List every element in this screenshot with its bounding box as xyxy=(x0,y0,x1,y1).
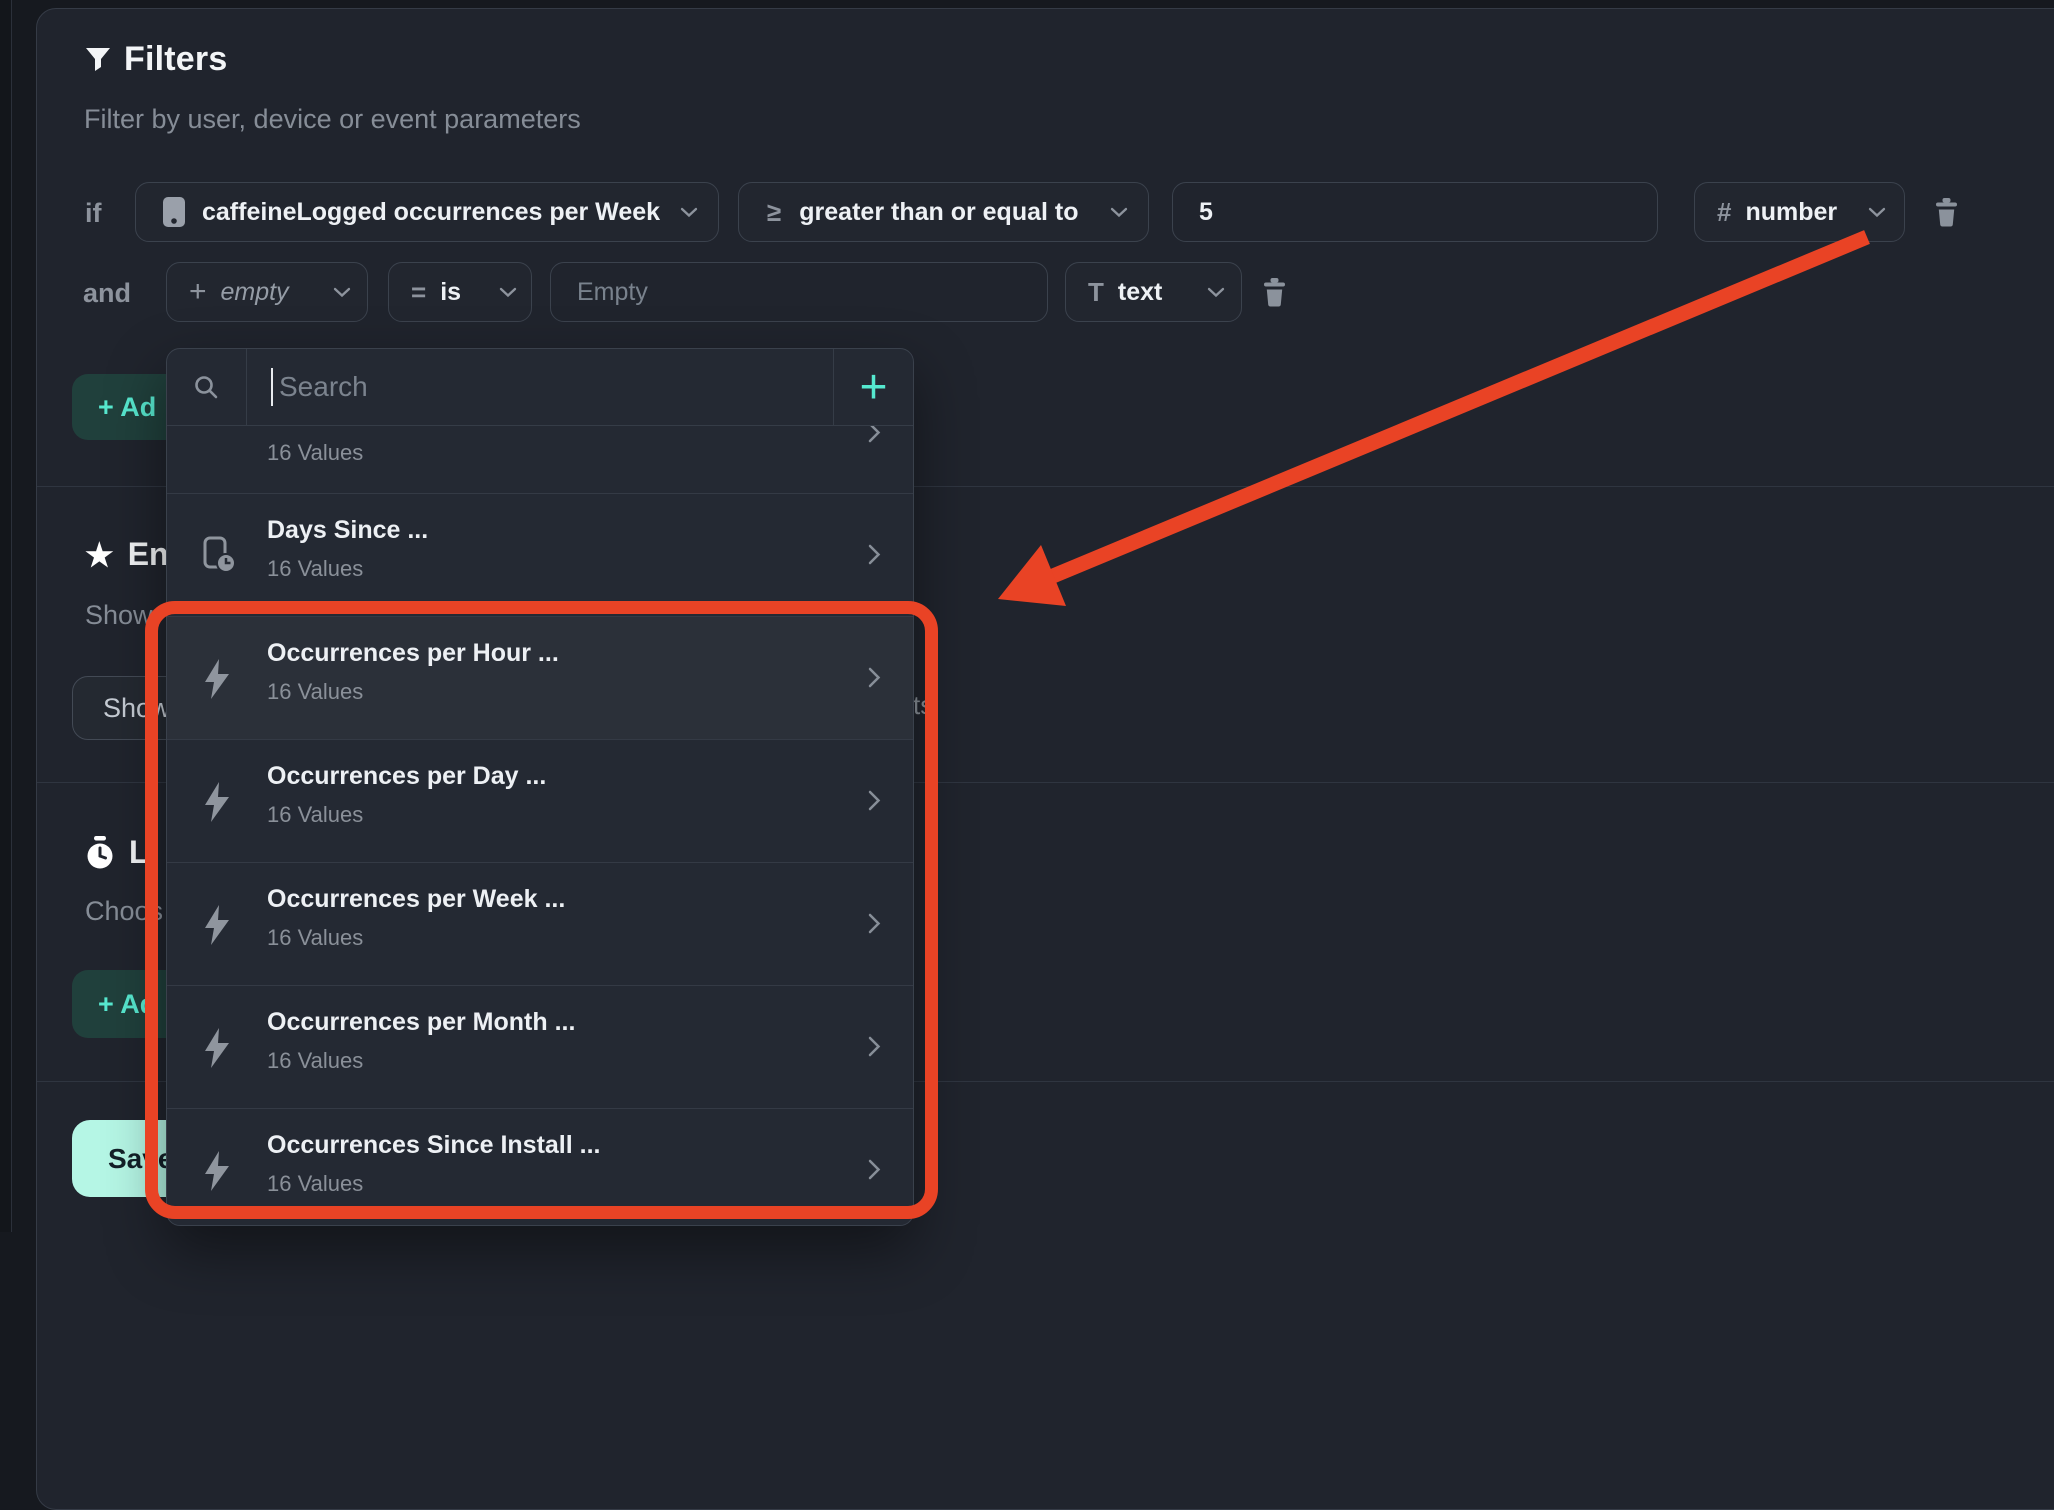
number-type-icon: # xyxy=(1717,197,1731,228)
list-item-subtitle: 16 Values xyxy=(267,925,363,951)
lightning-icon xyxy=(202,782,232,822)
rule1-operator-dropdown[interactable]: ≥ greater than or equal to xyxy=(738,182,1149,242)
section-subtext: Show xyxy=(85,600,153,631)
stopwatch-icon xyxy=(85,836,115,870)
list-item-title: Days Since ... xyxy=(267,516,428,545)
outer-gutter xyxy=(0,0,11,1232)
text-type-icon: T xyxy=(1088,277,1104,308)
lightning-icon xyxy=(202,659,232,699)
rule1-operator-label: greater than or equal to xyxy=(799,198,1078,227)
equals-icon: = xyxy=(411,277,426,308)
search-input[interactable] xyxy=(277,370,833,404)
rule2-prefix-label: and xyxy=(83,278,131,309)
rule1-value-input[interactable] xyxy=(1172,182,1658,242)
list-item-occurrences-per-month[interactable]: Occurrences per Month ... 16 Values xyxy=(167,986,913,1109)
rule2-delete-button[interactable] xyxy=(1262,278,1287,307)
chevron-down-icon xyxy=(499,287,517,298)
list-item-occurrences-per-day[interactable]: Occurrences per Day ... 16 Values xyxy=(167,740,913,863)
chevron-down-icon xyxy=(1207,287,1225,298)
lightning-icon xyxy=(202,905,232,945)
list-item-title: Occurrences per Week ... xyxy=(267,885,565,914)
list-item-subtitle: 16 Values xyxy=(267,556,363,582)
search-icon-cell xyxy=(167,349,247,425)
chevron-down-icon xyxy=(1868,207,1886,218)
chevron-right-icon xyxy=(868,1159,881,1180)
section-heading-text: L xyxy=(129,834,149,871)
add-new-property-button[interactable]: + xyxy=(833,349,913,425)
list-item-subtitle: 16 Values xyxy=(267,1171,363,1197)
section-subtext: Choos xyxy=(85,896,163,927)
chevron-down-icon xyxy=(333,287,351,298)
plus-icon: + xyxy=(189,275,207,309)
field-picker-dropdown: + 16 Values Days Since ... 16 Values Occ… xyxy=(166,348,914,1226)
outer-edge-line xyxy=(11,0,12,1232)
search-icon xyxy=(193,374,220,401)
chevron-right-icon xyxy=(868,667,881,688)
list-item-partial[interactable]: 16 Values xyxy=(167,426,913,494)
chevron-right-icon xyxy=(868,1036,881,1057)
rule2-type-label: text xyxy=(1118,278,1162,307)
list-item-subtitle: 16 Values xyxy=(267,440,363,466)
rule1-delete-button[interactable] xyxy=(1934,198,1959,227)
rule2-operator-dropdown[interactable]: = is xyxy=(388,262,532,322)
rule2-operator-label: is xyxy=(440,278,461,307)
list-item-occurrences-per-week[interactable]: Occurrences per Week ... 16 Values xyxy=(167,863,913,986)
gte-icon: ≥ xyxy=(767,197,781,228)
chevron-right-icon xyxy=(868,544,881,565)
list-item-days-since[interactable]: Days Since ... 16 Values xyxy=(167,494,913,617)
list-item-title: Occurrences per Month ... xyxy=(267,1008,575,1037)
rule2-type-dropdown[interactable]: T text xyxy=(1065,262,1242,322)
list-item-occurrences-since-install[interactable]: Occurrences Since Install ... 16 Values xyxy=(167,1109,913,1226)
list-item-occurrences-per-hour[interactable]: Occurrences per Hour ... 16 Values xyxy=(167,617,913,740)
page-subtitle: Filter by user, device or event paramete… xyxy=(84,104,581,135)
chevron-right-icon xyxy=(868,790,881,811)
device-icon xyxy=(162,196,186,228)
list-item-title: Occurrences per Hour ... xyxy=(267,639,559,668)
rule1-prefix-label: if xyxy=(85,198,102,229)
list-item-title: Occurrences Since Install ... xyxy=(267,1131,600,1160)
rule2-field-dropdown[interactable]: + empty xyxy=(166,262,368,322)
list-item-subtitle: 16 Values xyxy=(267,1048,363,1074)
search-input-wrap xyxy=(247,349,833,425)
list-item-subtitle: 16 Values xyxy=(267,679,363,705)
section-heading-limit: L xyxy=(85,834,149,871)
page-title: Filters xyxy=(124,40,227,79)
trash-icon xyxy=(1934,198,1959,227)
chevron-right-icon xyxy=(868,426,881,443)
list-item-subtitle: 16 Values xyxy=(267,802,363,828)
dropdown-search-bar: + xyxy=(167,349,913,426)
trash-icon xyxy=(1262,278,1287,307)
star-icon: ★ xyxy=(85,539,114,571)
chevron-down-icon xyxy=(680,207,698,218)
rule1-field-dropdown[interactable]: caffeineLogged occurrences per Week xyxy=(135,182,719,242)
obscured-text-fragment: ts xyxy=(913,690,933,721)
app-canvas: { "colors": { "accent_teal": "#55e8cf", … xyxy=(0,0,2054,1232)
text-cursor xyxy=(271,368,273,406)
rule2-field-label: empty xyxy=(221,278,289,307)
rule2-value-input[interactable] xyxy=(550,262,1048,322)
filter-funnel-icon xyxy=(84,46,112,74)
device-clock-icon xyxy=(202,536,236,574)
chevron-down-icon xyxy=(1110,207,1128,218)
chevron-right-icon xyxy=(868,913,881,934)
section-heading-engagement: ★ En xyxy=(85,536,169,573)
lightning-icon xyxy=(202,1151,232,1191)
list-item-title: Occurrences per Day ... xyxy=(267,762,546,791)
rule1-field-label: caffeineLogged occurrences per Week xyxy=(202,198,660,227)
lightning-icon xyxy=(202,1028,232,1068)
rule1-type-label: number xyxy=(1745,198,1837,227)
rule1-type-dropdown[interactable]: # number xyxy=(1694,182,1905,242)
section-heading-text: En xyxy=(128,536,169,573)
